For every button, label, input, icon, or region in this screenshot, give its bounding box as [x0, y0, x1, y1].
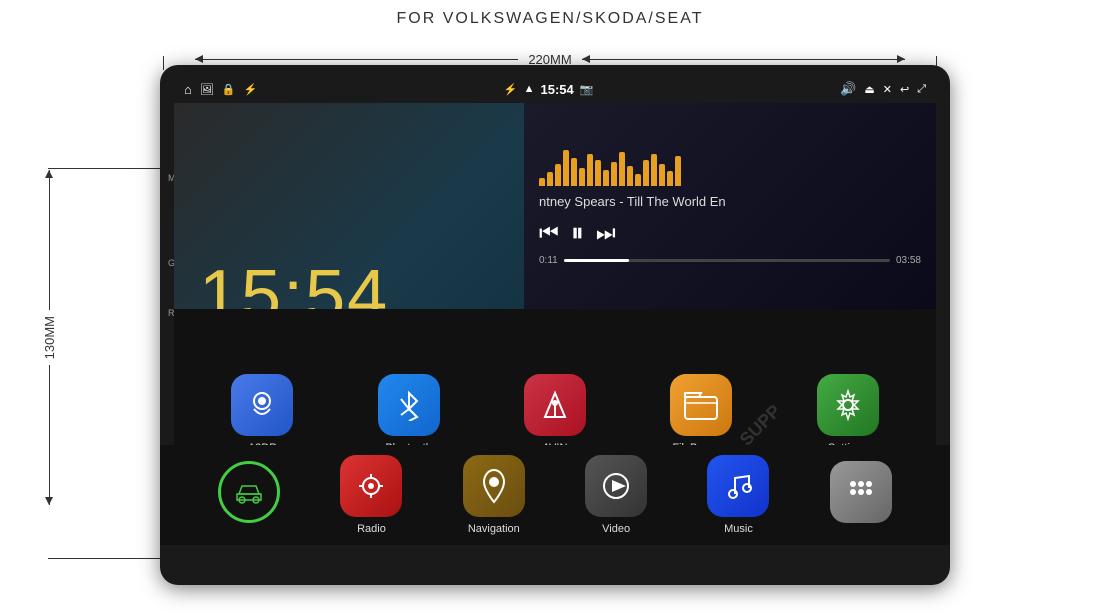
eq-bar-3 — [555, 164, 561, 186]
eq-bar-5 — [571, 158, 577, 186]
dim-top-arrow — [49, 170, 50, 310]
app-label-music: Music — [724, 523, 753, 535]
page-title: FOR VOLKSWAGEN/SKODA/SEAT — [0, 0, 1100, 28]
eject-icon: ⏏ — [864, 83, 874, 96]
status-time: 15:54 — [541, 82, 574, 97]
app-label-radio: Radio — [357, 523, 386, 535]
eq-bar-15 — [651, 154, 657, 186]
app-row2-container: Radio Navigation Video Music — [160, 445, 950, 545]
progress-bar: 0:11 03:58 — [539, 255, 921, 266]
app-item-radio[interactable]: Radio — [340, 455, 402, 535]
app-icon-car — [218, 461, 280, 523]
eq-bar-1 — [539, 178, 545, 186]
app-item-navigation[interactable]: Navigation — [463, 455, 525, 535]
elapsed-time: 0:11 — [539, 255, 558, 266]
eq-bar-8 — [595, 160, 601, 186]
camera-icon: 📷 — [580, 83, 594, 96]
usb-icon: ⚡ — [244, 83, 258, 96]
eq-bar-7 — [587, 154, 593, 186]
music-title: ntney Spears - Till The World En — [539, 194, 921, 209]
eq-bar-17 — [667, 171, 673, 186]
app-label-navigation: Navigation — [468, 523, 520, 535]
app-icon-avin — [524, 374, 586, 436]
app-icon-music — [707, 455, 769, 517]
music-controls: ⏮ ⏸ ⏭ — [539, 217, 921, 249]
fullscreen-icon[interactable]: ⤢ — [917, 83, 926, 96]
total-time: 03:58 — [896, 255, 921, 266]
app-item-car[interactable] — [218, 461, 280, 529]
prev-button[interactable]: ⏮ — [539, 220, 559, 246]
eq-bar-10 — [611, 162, 617, 186]
music-widget: ntney Spears - Till The World En ⏮ ⏸ ⏭ 0… — [524, 103, 936, 309]
eq-bar-9 — [603, 170, 609, 186]
dimension-height: 130MM — [42, 170, 57, 505]
app-icon-bluetooth — [378, 374, 440, 436]
eq-bar-16 — [659, 164, 665, 186]
app-icon-apps — [830, 461, 892, 523]
dim220-left-tick — [163, 56, 164, 70]
dim-hline-bottom — [48, 558, 168, 559]
status-left-icons: ⌂ 🖼 🔒 ⚡ — [184, 82, 257, 97]
eq-bar-12 — [627, 166, 633, 186]
progress-fill — [564, 259, 629, 262]
home-icon[interactable]: ⌂ — [184, 82, 192, 97]
app-icon-filebrowser — [670, 374, 732, 436]
bluetooth-status-icon: ⚡ — [504, 83, 518, 96]
dim-right-arrow — [582, 59, 905, 60]
app-icon-a2dp — [231, 374, 293, 436]
back-icon[interactable]: ↩ — [900, 83, 909, 96]
close-icon[interactable]: ✕ — [883, 83, 892, 96]
eq-bar-2 — [547, 172, 553, 186]
equalizer — [539, 146, 921, 186]
status-bar: ⌂ 🖼 🔒 ⚡ ⚡ ▲ 15:54 📷 🔊 ⏏ ✕ ↩ ⤢ — [174, 75, 936, 103]
app-label-video: Video — [602, 523, 630, 535]
app-item-music[interactable]: Music — [707, 455, 769, 535]
app-item-apps[interactable] — [830, 461, 892, 529]
app-item-avin[interactable]: AVIN — [524, 374, 586, 454]
eq-bar-4 — [563, 150, 569, 186]
eq-bar-6 — [579, 168, 585, 186]
app-item-video[interactable]: Video — [585, 455, 647, 535]
progress-track[interactable] — [564, 259, 890, 262]
app-icon-navigation — [463, 455, 525, 517]
play-button[interactable]: ⏸ — [571, 217, 584, 249]
eq-bar-13 — [635, 174, 641, 186]
app-icon-video — [585, 455, 647, 517]
app-icon-radio — [340, 455, 402, 517]
lock-icon: 🔒 — [222, 83, 236, 96]
status-right-icons: 🔊 ⏏ ✕ ↩ ⤢ — [840, 81, 926, 97]
wifi-icon: ▲ — [524, 83, 535, 95]
eq-bar-18 — [675, 156, 681, 186]
app-item-settings[interactable]: Settings — [817, 374, 879, 454]
dimension-height-label: 130MM — [42, 310, 57, 365]
app-item-bluetooth[interactable]: Bluetooth — [378, 374, 440, 454]
dim-bottom-arrow — [49, 365, 50, 505]
status-center: ⚡ ▲ 15:54 📷 — [504, 82, 594, 97]
next-button[interactable]: ⏭ — [596, 220, 616, 246]
app-item-a2dp[interactable]: A2DP — [231, 374, 293, 454]
image-icon: 🖼 — [200, 83, 214, 96]
volume-icon[interactable]: 🔊 — [840, 81, 856, 97]
app-icon-settings — [817, 374, 879, 436]
dim-left-arrow — [195, 59, 518, 60]
app-item-filebrowser[interactable]: FileBrowser — [670, 374, 732, 454]
eq-bar-11 — [619, 152, 625, 186]
eq-bar-14 — [643, 160, 649, 186]
